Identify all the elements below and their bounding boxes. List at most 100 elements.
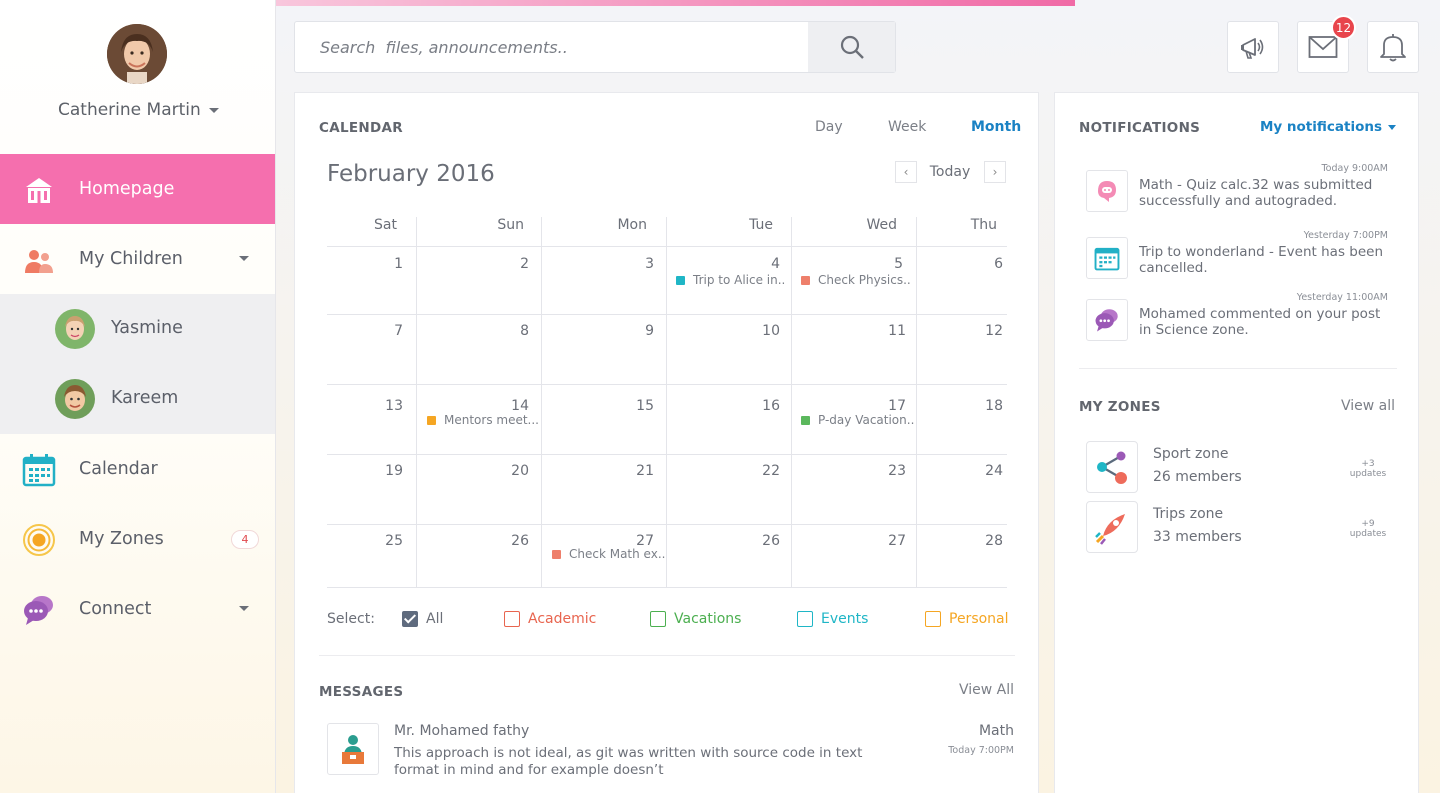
calendar-day[interactable]: 11 [846, 323, 906, 339]
calendar-day[interactable]: 18 [943, 398, 1003, 414]
calendar-day[interactable]: 9 [594, 323, 654, 339]
search-input[interactable] [295, 22, 808, 72]
calendar-day[interactable]: 3 [594, 256, 654, 272]
today-button[interactable]: Today [917, 159, 983, 185]
checkbox[interactable] [925, 611, 941, 627]
chevron-down-icon[interactable] [239, 256, 249, 261]
filter-vacations[interactable]: Vacations [650, 611, 741, 627]
share-icon[interactable] [1086, 441, 1138, 493]
search-box [294, 21, 896, 73]
messages-button[interactable]: 12 [1297, 15, 1356, 73]
calendar-icon [1086, 237, 1128, 279]
child-item-kareem[interactable]: Kareem [0, 364, 275, 434]
calendar-panel: CALENDAR Day Week Month February 2016 ‹ … [294, 92, 1039, 793]
calendar-day[interactable]: 1 [343, 256, 403, 272]
calendar-day[interactable]: 26 [720, 533, 780, 549]
zone-updates-label: updates [1349, 529, 1387, 539]
day-of-week-header: Sun [497, 217, 524, 233]
calendar-day[interactable]: 22 [720, 463, 780, 479]
sidebar-item-homepage[interactable]: Homepage [0, 154, 275, 224]
calendar-day[interactable]: 4 [720, 256, 780, 272]
calendar-day[interactable]: 17 [846, 398, 906, 414]
grid-line [541, 217, 542, 587]
children-icon [22, 243, 56, 277]
calendar-day[interactable]: 5 [843, 256, 903, 272]
calendar-day[interactable]: 15 [594, 398, 654, 414]
chevron-left-icon: ‹ [903, 165, 909, 179]
sidebar-item-label: Connect [79, 599, 152, 619]
tab-month[interactable]: Month [971, 119, 1021, 135]
calendar-day[interactable]: 12 [943, 323, 1003, 339]
calendar-day[interactable]: 6 [943, 256, 1003, 272]
filter-personal[interactable]: Personal [925, 611, 1009, 627]
child-item-yasmine[interactable]: Yasmine [0, 294, 275, 364]
notification-time: Yesterday 11:00AM [1296, 292, 1388, 303]
sidebar-item-my-children[interactable]: My Children [0, 224, 275, 294]
event-label: Check Math ex.. [569, 547, 666, 561]
sidebar-item-label: Calendar [79, 459, 158, 479]
notification-text[interactable]: Math - Quiz calc.32 was submitted succes… [1139, 177, 1389, 209]
grid-line [416, 217, 417, 587]
next-month-button[interactable]: › [984, 161, 1006, 183]
my-notifications-dropdown[interactable]: My notifications [1260, 119, 1396, 135]
filter-events[interactable]: Events [797, 611, 868, 627]
search-button[interactable] [808, 22, 895, 72]
message-preview[interactable]: This approach is not ideal, as git was w… [394, 745, 864, 779]
calendar-event[interactable]: Trip to Alice in.. [676, 273, 785, 287]
day-of-week-header: Tue [749, 217, 773, 233]
zones-view-all-link[interactable]: View all [1341, 398, 1395, 414]
calendar-event[interactable]: Mentors meet... [427, 413, 539, 427]
profile-name[interactable]: Catherine Martin [58, 100, 219, 120]
sidebar: Catherine Martin Homepage My Children Ya… [0, 0, 276, 793]
sidebar-item-my-zones[interactable]: My Zones 4 [0, 504, 275, 574]
messages-view-all-link[interactable]: View All [959, 682, 1014, 698]
mail-icon [1308, 36, 1338, 58]
checkbox[interactable] [504, 611, 520, 627]
zone-name[interactable]: Sport zone [1153, 446, 1228, 462]
calendar-day[interactable]: 10 [720, 323, 780, 339]
calendar-day[interactable]: 25 [343, 533, 403, 549]
zone-name[interactable]: Trips zone [1153, 506, 1223, 522]
message-sender[interactable]: Mr. Mohamed fathy [394, 723, 529, 739]
calendar-day[interactable]: 27 [846, 533, 906, 549]
calendar-day[interactable]: 19 [343, 463, 403, 479]
notification-text[interactable]: Trip to wonderland - Event has been canc… [1139, 244, 1389, 276]
filter-academic-label: Academic [528, 611, 597, 627]
calendar-day[interactable]: 20 [469, 463, 529, 479]
checkbox[interactable] [402, 611, 418, 627]
announcements-button[interactable] [1227, 21, 1279, 73]
calendar-day[interactable]: 24 [943, 463, 1003, 479]
calendar-day[interactable]: 16 [720, 398, 780, 414]
calendar-day[interactable]: 13 [343, 398, 403, 414]
event-color-dot [801, 415, 810, 425]
prev-month-button[interactable]: ‹ [895, 161, 917, 183]
event-label: Mentors meet... [444, 413, 539, 427]
sidebar-item-calendar[interactable]: Calendar [0, 434, 275, 504]
checkbox[interactable] [797, 611, 813, 627]
calendar-day[interactable]: 7 [343, 323, 403, 339]
sidebar-item-connect[interactable]: Connect [0, 574, 275, 644]
notifications-button[interactable] [1367, 21, 1419, 73]
filter-all[interactable]: All [402, 611, 443, 627]
checkbox[interactable] [650, 611, 666, 627]
mail-count-badge: 12 [1331, 15, 1356, 40]
calendar-event[interactable]: P-day Vacation.. [801, 413, 914, 427]
rocket-icon[interactable] [1086, 501, 1138, 553]
zones-icon [22, 523, 56, 557]
message-time: Today 7:00PM [948, 745, 1014, 756]
calendar-day[interactable]: 28 [943, 533, 1003, 549]
filter-academic[interactable]: Academic [504, 611, 596, 627]
calendar-day[interactable]: 23 [846, 463, 906, 479]
calendar-event[interactable]: Check Physics.. [801, 273, 911, 287]
notification-text[interactable]: Mohamed commented on your post in Scienc… [1139, 306, 1389, 338]
calendar-day[interactable]: 8 [469, 323, 529, 339]
chevron-down-icon[interactable] [239, 606, 249, 611]
calendar-day[interactable]: 14 [469, 398, 529, 414]
calendar-day[interactable]: 21 [594, 463, 654, 479]
tab-week[interactable]: Week [888, 119, 926, 135]
calendar-event[interactable]: Check Math ex.. [552, 547, 665, 561]
calendar-day[interactable]: 26 [469, 533, 529, 549]
tab-day[interactable]: Day [815, 119, 843, 135]
calendar-day[interactable]: 2 [469, 256, 529, 272]
avatar[interactable] [107, 24, 167, 84]
